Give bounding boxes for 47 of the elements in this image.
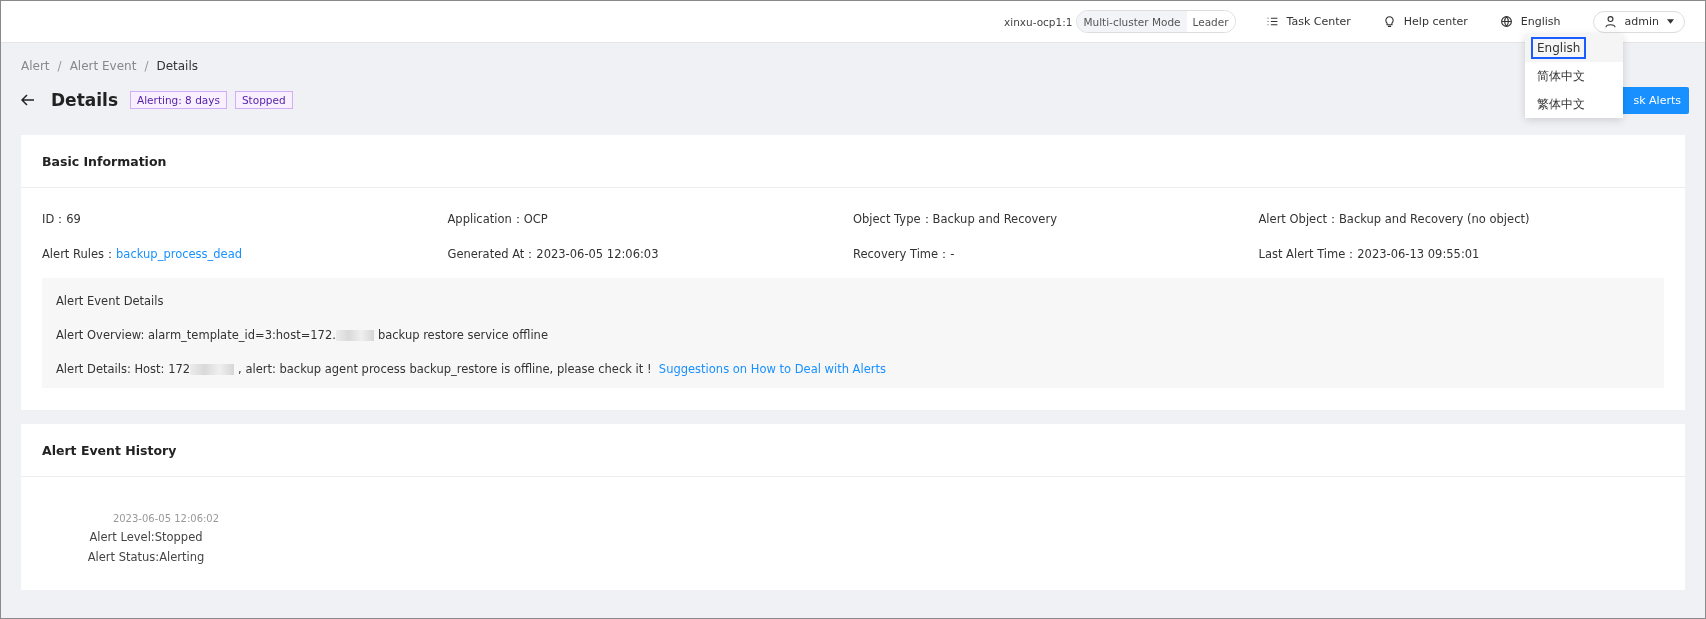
- overview-text: Alert Overview: alarm_template_id=3:host=172.: [56, 328, 336, 342]
- field-label: Application：: [447, 212, 524, 226]
- globe-icon: [1499, 15, 1513, 28]
- history-status: Alert Status:Alerting: [87, 550, 205, 564]
- language-option[interactable]: 简体中文: [1525, 62, 1623, 90]
- card-title: Alert Event History: [21, 424, 1685, 477]
- field-label: ID：: [42, 212, 67, 226]
- field-label: Last Alert Time：: [1258, 247, 1358, 261]
- field-label: Object Type：: [853, 212, 933, 226]
- back-arrow-icon[interactable]: [21, 94, 35, 106]
- language-selector[interactable]: English: [1499, 15, 1561, 28]
- language-option[interactable]: 繁体中文: [1525, 90, 1623, 118]
- mode-indicator: Multi-cluster Mode Leader: [1076, 10, 1236, 33]
- breadcrumb-item: Details: [156, 59, 199, 73]
- field-label: Generated At：: [447, 247, 537, 261]
- card-title: Basic Information: [21, 135, 1685, 188]
- cluster-name: xinxu-ocp1:1: [1004, 15, 1073, 28]
- field-value: 2023-06-05 12:06:03: [536, 247, 659, 261]
- field-value: 2023-06-13 09:55:01: [1357, 247, 1480, 261]
- history-time: 2023-06-05 12:06:02: [112, 513, 220, 524]
- field-label: Alert Object：: [1258, 212, 1339, 226]
- details-text: , alert: backup agent process backup_restore is offline, please check it !: [238, 362, 652, 376]
- status-tag: Alerting: 8 days: [130, 91, 227, 109]
- lightbulb-icon: [1382, 15, 1396, 28]
- breadcrumb-separator: /: [144, 59, 149, 73]
- field-value: 69: [66, 212, 81, 226]
- page-title: Details: [51, 90, 118, 110]
- help-center-link[interactable]: Help center: [1382, 15, 1468, 28]
- details-text: Alert Details: Host: 172: [56, 362, 191, 376]
- task-center-link[interactable]: Task Center: [1265, 15, 1351, 28]
- field-value: OCP: [523, 212, 548, 226]
- field-label: Recovery Time：: [853, 247, 951, 261]
- user-icon: [1603, 15, 1617, 28]
- field-value: -: [950, 247, 955, 261]
- user-menu-button[interactable]: admin: [1592, 10, 1685, 33]
- field-value: Backup and Recovery: [932, 212, 1057, 226]
- field-value: Backup and Recovery (no object): [1339, 212, 1530, 226]
- field-label: Alert Rules：: [42, 247, 117, 261]
- caret-icon: [1667, 19, 1674, 24]
- breadcrumb-separator: /: [57, 59, 62, 73]
- redaction-mark: [335, 329, 374, 341]
- redaction-mark: [190, 363, 235, 375]
- overview-text: backup restore service offline: [377, 328, 548, 342]
- status-tag: Stopped: [234, 91, 293, 109]
- details-heading: Alert Event Details: [56, 294, 164, 308]
- language-option[interactable]: English: [1525, 34, 1623, 62]
- history-level: Alert Level:Stopped: [89, 530, 203, 544]
